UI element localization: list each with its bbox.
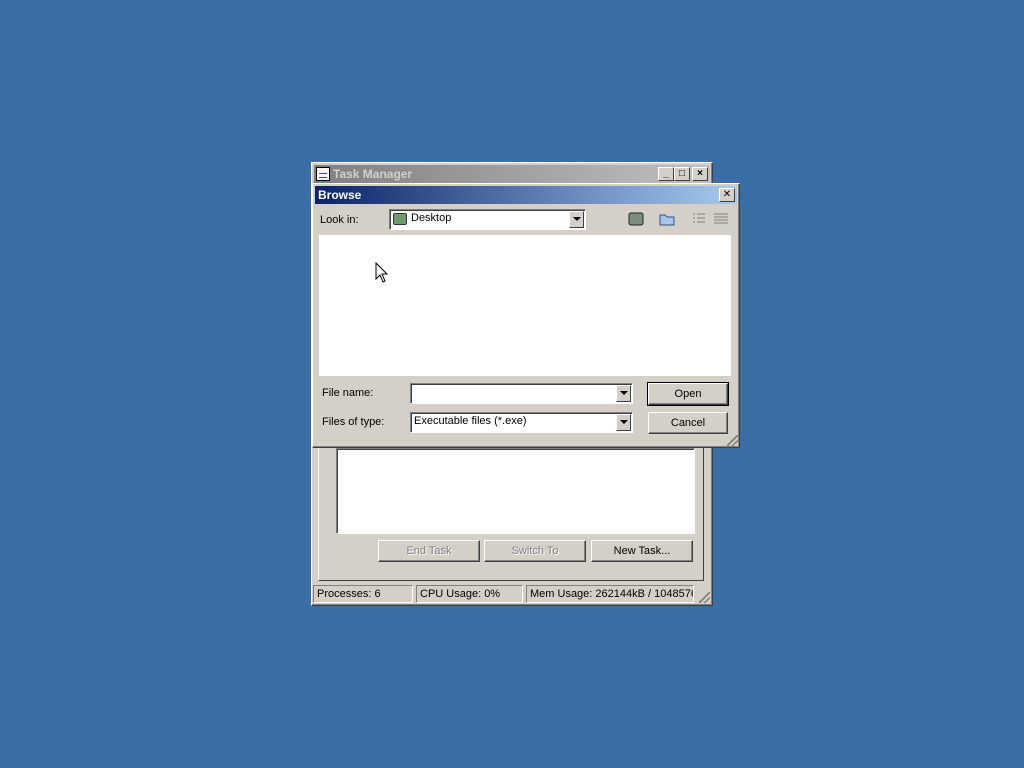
browse-resize-grip[interactable] xyxy=(727,435,738,446)
status-cpu: CPU Usage: 0% xyxy=(416,585,523,603)
end-task-button[interactable]: End Task xyxy=(378,540,480,562)
files-of-type-value: Executable files (*.exe) xyxy=(414,415,527,427)
look-in-value: Desktop xyxy=(411,212,452,224)
maximize-button[interactable]: □ xyxy=(674,167,690,181)
look-in-dropdown-arrow[interactable] xyxy=(569,211,584,228)
new-task-button[interactable]: New Task... xyxy=(591,540,693,562)
browse-title: Browse xyxy=(318,188,362,202)
file-list[interactable] xyxy=(319,235,731,376)
task-manager-title: Task Manager xyxy=(333,167,413,181)
details-view-icon[interactable] xyxy=(712,211,730,227)
list-view-icon[interactable] xyxy=(690,211,708,227)
task-manager-icon xyxy=(316,167,330,181)
look-in-combo[interactable]: Desktop xyxy=(389,209,586,230)
files-of-type-combo[interactable]: Executable files (*.exe) xyxy=(410,412,633,433)
desktop-icon xyxy=(393,213,407,225)
look-in-label: Look in: xyxy=(320,214,359,226)
open-button[interactable]: Open xyxy=(647,382,729,406)
close-button[interactable]: × xyxy=(692,167,708,181)
minimize-button[interactable]: _ xyxy=(658,167,674,181)
new-folder-icon[interactable] xyxy=(658,211,676,227)
browse-titlebar[interactable]: Browse ✕ xyxy=(315,186,737,204)
status-processes: Processes: 6 xyxy=(313,585,413,603)
cursor-icon xyxy=(375,262,389,283)
file-name-combo[interactable] xyxy=(410,383,633,404)
file-name-label: File name: xyxy=(322,387,374,399)
browse-close-button[interactable]: ✕ xyxy=(719,188,735,202)
cancel-button[interactable]: Cancel xyxy=(648,412,728,434)
status-mem: Mem Usage: 262144kB / 1048576kB xyxy=(526,585,694,603)
switch-to-button[interactable]: Switch To xyxy=(484,540,586,562)
files-of-type-label: Files of type: xyxy=(322,416,385,428)
file-name-dropdown-arrow[interactable] xyxy=(616,385,631,402)
task-manager-resize-grip[interactable] xyxy=(699,592,710,603)
task-list[interactable] xyxy=(336,448,695,534)
desktop-nav-icon[interactable] xyxy=(627,211,645,227)
task-manager-titlebar[interactable]: Task Manager _ □ × xyxy=(314,165,710,183)
files-of-type-dropdown-arrow[interactable] xyxy=(616,414,631,431)
